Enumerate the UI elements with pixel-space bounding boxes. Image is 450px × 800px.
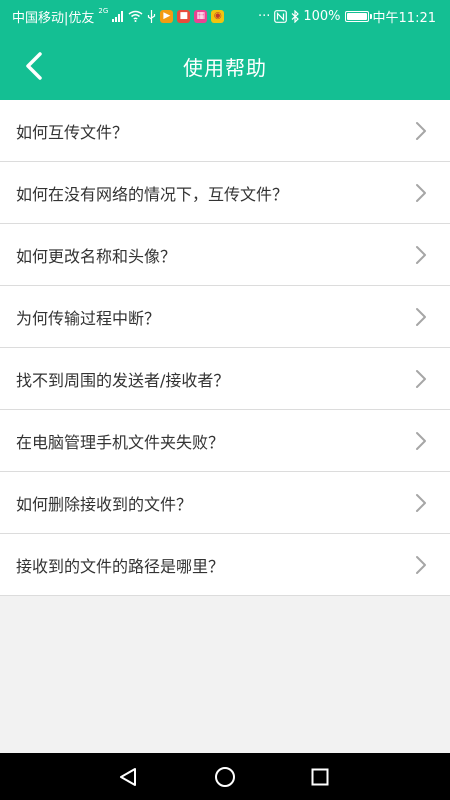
system-nav-bar: [0, 753, 450, 800]
back-arrow-icon: [26, 52, 42, 80]
back-button[interactable]: [14, 46, 54, 86]
help-item-label: 如何在没有网络的情况下，互传文件？: [16, 184, 289, 204]
nav-home-button[interactable]: [195, 753, 255, 800]
network-type-text: 2G: [98, 7, 109, 15]
help-item-label: 如何更改名称和头像？: [16, 246, 177, 266]
clock-text: 中午11:21: [372, 10, 436, 26]
wifi-icon: [128, 10, 143, 22]
triangle-back-icon: [120, 767, 136, 786]
help-item-label: 如何互传文件？: [16, 122, 129, 142]
nfc-icon: [274, 9, 288, 23]
help-list: 如何互传文件？ 如何在没有网络的情况下，互传文件？ 如何更改名称和头像？ 为何传…: [0, 100, 450, 596]
carrier-text: 中国移动|优友: [12, 10, 95, 26]
help-item-label: 为何传输过程中断？: [16, 308, 161, 328]
grid-app-icon: ▦: [194, 9, 208, 23]
more-indicator: ···: [257, 8, 271, 24]
status-right: ··· 100% 中午11:21: [258, 7, 436, 26]
chevron-right-icon: [416, 555, 426, 574]
help-item-2[interactable]: 如何在没有网络的情况下，互传文件？: [0, 162, 450, 224]
chevron-right-icon: [416, 245, 426, 264]
help-item-6[interactable]: 在电脑管理手机文件夹失败？: [0, 410, 450, 472]
help-item-label: 找不到周围的发送者/接收者？: [16, 370, 230, 390]
chevron-right-icon: [416, 431, 426, 450]
status-bar: 中国移动|优友 2G ▶ ■ ▦ ◉ ··· 100% 中午11:21: [0, 0, 450, 32]
signal-icon: [112, 10, 124, 22]
nav-recent-button[interactable]: [290, 753, 350, 800]
help-screen: 中国移动|优友 2G ▶ ■ ▦ ◉ ··· 100% 中午11:21 使用帮助…: [0, 0, 450, 800]
chevron-right-icon: [416, 493, 426, 512]
help-item-4[interactable]: 为何传输过程中断？: [0, 286, 450, 348]
page-title: 使用帮助: [183, 55, 267, 80]
nav-back-button[interactable]: [98, 753, 158, 800]
battery-percent: 100%: [303, 8, 341, 24]
help-item-8[interactable]: 接收到的文件的路径是哪里？: [0, 534, 450, 596]
bluetooth-icon: [291, 9, 300, 23]
help-item-label: 如何删除接收到的文件？: [16, 494, 193, 514]
battery-level-fill: [346, 12, 367, 20]
chevron-right-icon: [416, 307, 426, 326]
toolbar: 使用帮助: [0, 32, 450, 100]
square-recent-icon: [311, 768, 329, 785]
chevron-right-icon: [416, 183, 426, 202]
help-item-1[interactable]: 如何互传文件？: [0, 100, 450, 162]
help-item-label: 接收到的文件的路径是哪里？: [16, 556, 225, 576]
camera-app-icon: ■: [177, 9, 191, 23]
header: 中国移动|优友 2G ▶ ■ ▦ ◉ ··· 100% 中午11:21 使用帮助: [0, 0, 450, 100]
help-item-7[interactable]: 如何删除接收到的文件？: [0, 472, 450, 534]
usb-icon: [147, 9, 156, 23]
status-left: 中国移动|优友 2G ▶ ■ ▦ ◉: [12, 7, 225, 26]
help-item-5[interactable]: 找不到周围的发送者/接收者？: [0, 348, 450, 410]
chevron-right-icon: [416, 369, 426, 388]
battery-icon: [344, 10, 372, 22]
help-item-3[interactable]: 如何更改名称和头像？: [0, 224, 450, 286]
help-item-label: 在电脑管理手机文件夹失败？: [16, 432, 225, 452]
circle-home-icon: [215, 766, 235, 787]
eye-app-icon: ◉: [211, 9, 225, 23]
video-app-icon: ▶: [160, 9, 174, 23]
chevron-right-icon: [416, 121, 426, 140]
